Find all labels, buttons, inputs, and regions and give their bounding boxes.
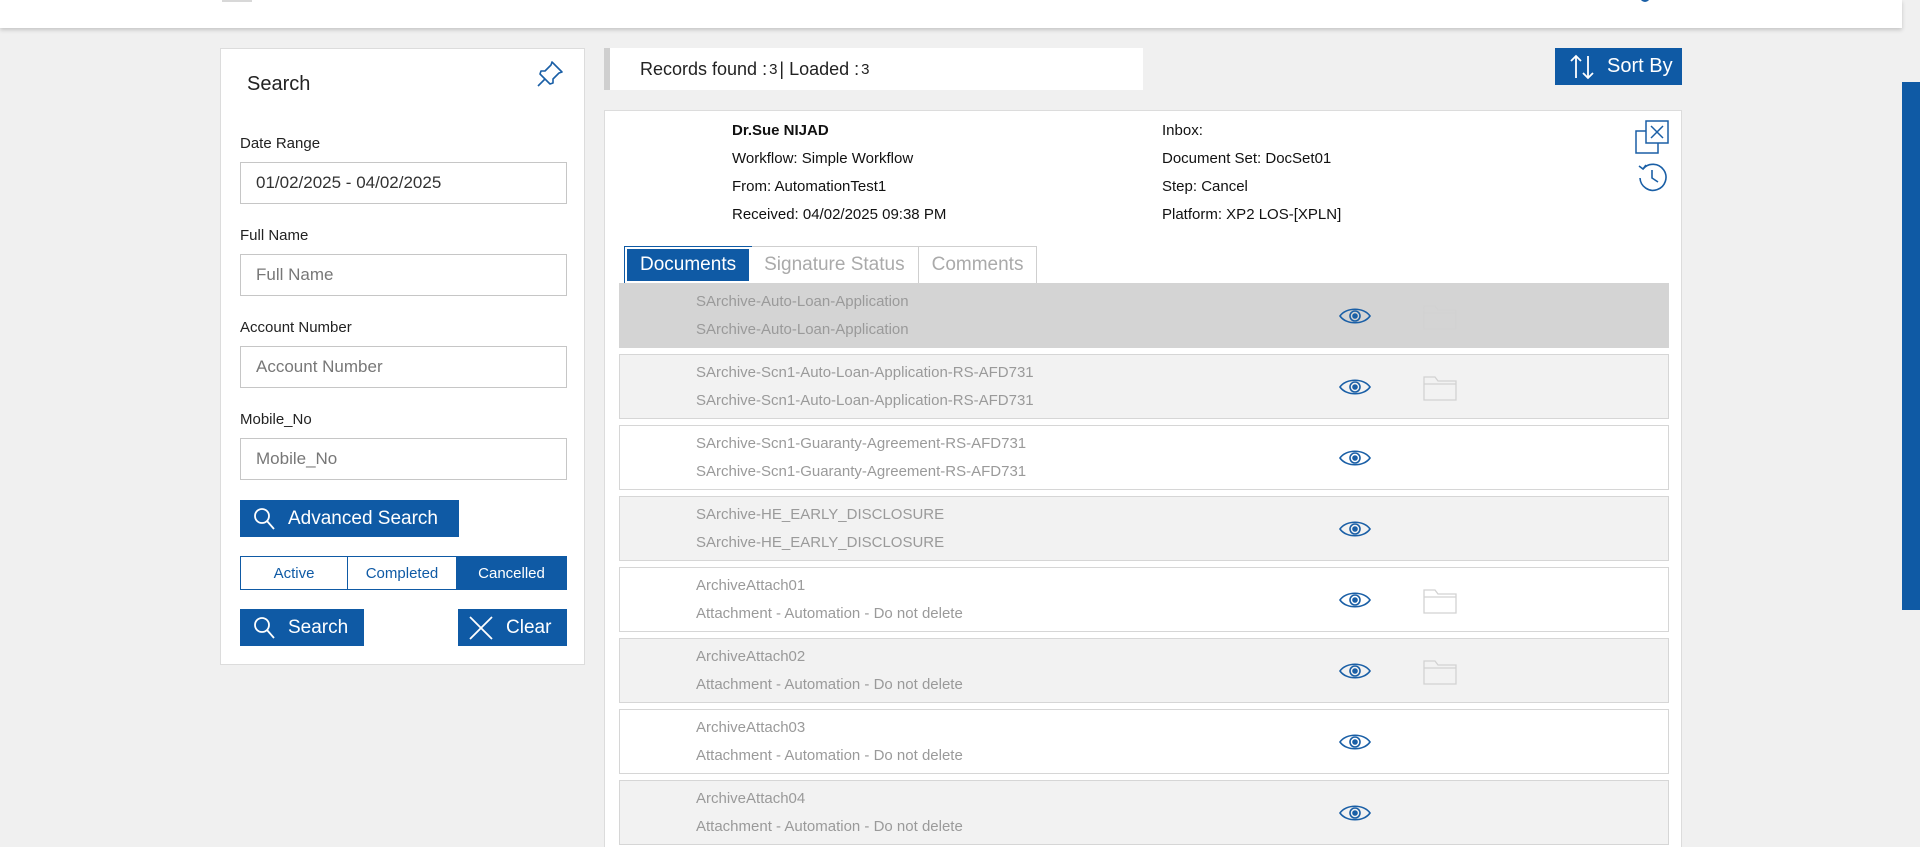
document-row[interactable]: ArchiveAttach04 Attachment - Automation -…: [619, 780, 1669, 845]
document-subtitle: SArchive-Scn1-Auto-Loan-Application-RS-A…: [696, 392, 1034, 409]
inbox-text: Inbox:: [1162, 122, 1203, 139]
status-filter-group: Active Completed Cancelled: [240, 556, 567, 590]
document-row[interactable]: ArchiveAttach02 Attachment - Automation -…: [619, 638, 1669, 703]
header-menu-stub[interactable]: [222, 0, 252, 2]
clear-button[interactable]: Clear: [458, 609, 567, 646]
document-row[interactable]: SArchive-Scn1-Auto-Loan-Application-RS-A…: [619, 354, 1669, 419]
header-user-glyph[interactable]: [1640, 0, 1650, 2]
date-range-input[interactable]: [240, 162, 567, 204]
full-name-input[interactable]: [240, 254, 567, 296]
document-subtitle: Attachment - Automation - Do not delete: [696, 605, 963, 622]
search-panel-title: Search: [247, 73, 311, 95]
close-copy-icon[interactable]: [1634, 119, 1670, 160]
records-loaded-count: 3: [861, 60, 870, 78]
pin-icon[interactable]: [533, 57, 567, 91]
document-row[interactable]: ArchiveAttach03 Attachment - Automation -…: [619, 709, 1669, 774]
search-panel: Search Date Range Full Name Account Numb…: [220, 48, 585, 665]
advanced-search-label: Advanced Search: [288, 507, 438, 529]
document-row[interactable]: SArchive-Auto-Loan-Application SArchive-A…: [619, 283, 1669, 348]
sender-name: Dr.Sue NIJAD: [732, 122, 829, 139]
status-filter-completed[interactable]: Completed: [348, 557, 457, 589]
search-button[interactable]: Search: [240, 609, 364, 646]
document-list: SArchive-Auto-Loan-Application SArchive-A…: [619, 283, 1669, 847]
account-number-input[interactable]: [240, 346, 567, 388]
document-title: ArchiveAttach03: [696, 719, 806, 736]
mobile-no-input[interactable]: [240, 438, 567, 480]
sort-by-button[interactable]: Sort By: [1555, 48, 1682, 85]
tab-documents[interactable]: Documents: [623, 246, 753, 284]
document-detail-card: Dr.Sue NIJAD Workflow: Simple Workflow F…: [604, 110, 1682, 847]
from-text: From: AutomationTest1: [732, 178, 887, 195]
eye-icon[interactable]: [1338, 446, 1372, 475]
document-row[interactable]: ArchiveAttach01 Attachment - Automation -…: [619, 567, 1669, 632]
eye-icon[interactable]: [1338, 588, 1372, 617]
document-row[interactable]: SArchive-Scn1-Guaranty-Agreement-RS-AFD7…: [619, 425, 1669, 490]
document-subtitle: Attachment - Automation - Do not delete: [696, 676, 963, 693]
sort-by-label: Sort By: [1607, 55, 1673, 77]
scrollbar-thumb[interactable]: [1902, 82, 1920, 610]
document-set-text: Document Set: DocSet01: [1162, 150, 1332, 167]
document-subtitle: SArchive-Scn1-Guaranty-Agreement-RS-AFD7…: [696, 463, 1027, 480]
search-icon: [254, 616, 275, 639]
status-filter-active[interactable]: Active: [241, 557, 348, 589]
eye-icon[interactable]: [1338, 659, 1372, 688]
document-title: SArchive-Scn1-Auto-Loan-Application-RS-A…: [696, 364, 1034, 381]
eye-icon[interactable]: [1338, 801, 1372, 830]
routing-info: Inbox: Document Set: DocSet01 Step: Canc…: [1162, 117, 1341, 229]
records-loaded-label: | Loaded :: [779, 58, 860, 79]
history-clock-icon[interactable]: [1635, 161, 1669, 200]
eye-icon[interactable]: [1338, 304, 1372, 333]
date-range-label: Date Range: [240, 135, 321, 152]
received-text: Received: 04/02/2025 09:38 PM: [732, 206, 947, 223]
account-number-label: Account Number: [240, 319, 352, 336]
eye-icon[interactable]: [1338, 375, 1372, 404]
tab-signature-status[interactable]: Signature Status: [751, 247, 919, 283]
workflow-text: Workflow: Simple Workflow: [732, 150, 914, 167]
document-title: ArchiveAttach02: [696, 648, 806, 665]
records-found-label: Records found :: [640, 58, 768, 79]
folder-icon[interactable]: [1422, 656, 1458, 691]
document-subtitle: Attachment - Automation - Do not delete: [696, 818, 963, 835]
search-button-label: Search: [288, 616, 349, 638]
detail-tabs: Documents Signature Status Comments: [623, 246, 1038, 284]
full-name-label: Full Name: [240, 227, 309, 244]
folder-icon[interactable]: [1422, 372, 1458, 407]
step-text: Step: Cancel: [1162, 178, 1248, 195]
document-title: SArchive-HE_EARLY_DISCLOSURE: [696, 506, 945, 523]
eye-icon[interactable]: [1338, 730, 1372, 759]
status-filter-cancelled[interactable]: Cancelled: [457, 557, 566, 589]
document-subtitle: Attachment - Automation - Do not delete: [696, 747, 963, 764]
records-found-count: 3: [769, 60, 778, 78]
document-row[interactable]: SArchive-HE_EARLY_DISCLOSURE SArchive-HE_…: [619, 496, 1669, 561]
sender-info: Dr.Sue NIJAD Workflow: Simple Workflow F…: [732, 117, 946, 229]
search-icon: [254, 507, 275, 530]
clear-button-label: Clear: [506, 616, 552, 638]
sort-arrows-icon: [1570, 54, 1594, 79]
records-summary: Records found : 3 | Loaded : 3: [604, 48, 1143, 90]
folder-icon[interactable]: [1422, 301, 1458, 336]
document-subtitle: SArchive-Auto-Loan-Application: [696, 321, 909, 338]
mobile-no-label: Mobile_No: [240, 411, 312, 428]
eye-icon[interactable]: [1338, 517, 1372, 546]
document-title: ArchiveAttach04: [696, 790, 806, 807]
clear-x-icon: [469, 615, 493, 640]
document-title: ArchiveAttach01: [696, 577, 806, 594]
tab-comments[interactable]: Comments: [918, 247, 1037, 283]
document-title: SArchive-Auto-Loan-Application: [696, 293, 909, 310]
platform-text: Platform: XP2 LOS-[XPLN]: [1162, 206, 1342, 223]
document-title: SArchive-Scn1-Guaranty-Agreement-RS-AFD7…: [696, 435, 1027, 452]
advanced-search-button[interactable]: Advanced Search: [240, 500, 459, 537]
document-subtitle: SArchive-HE_EARLY_DISCLOSURE: [696, 534, 945, 551]
top-header-bar: [0, 0, 1902, 28]
folder-icon[interactable]: [1422, 585, 1458, 620]
